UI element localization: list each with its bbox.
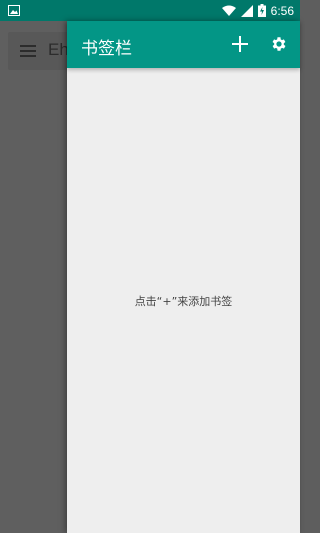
clock: 6:56 [270, 3, 294, 18]
wifi-icon [221, 5, 236, 16]
signal-icon [240, 4, 253, 17]
battery-charging-icon [257, 4, 266, 17]
image-notification-icon [8, 5, 20, 16]
plus-icon [232, 36, 248, 52]
drawer-toolbar: 书签栏 [67, 21, 300, 68]
gear-icon [272, 37, 286, 51]
bookmark-drawer: 书签栏 点击“+”来添加书签 [67, 21, 300, 533]
add-bookmark-button[interactable] [227, 31, 253, 57]
hamburger-menu-icon [20, 45, 36, 57]
settings-button[interactable] [266, 31, 292, 57]
background-app-title: Eh [48, 40, 69, 59]
status-bar: 6:56 [0, 0, 300, 21]
drawer-title: 书签栏 [81, 39, 132, 59]
empty-bookmarks-message: 点击“+”来添加书签 [134, 295, 233, 308]
